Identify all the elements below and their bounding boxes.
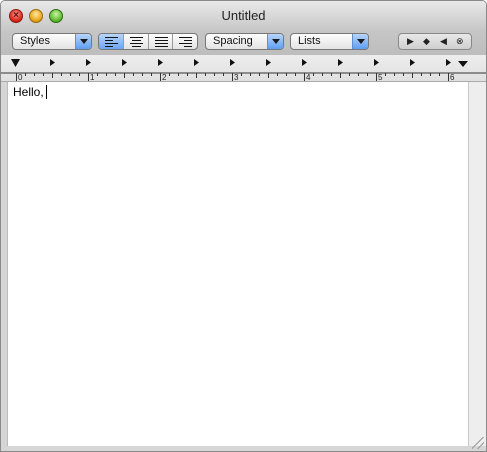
lists-popup[interactable]: Lists xyxy=(290,33,369,50)
ruler-number: 4 xyxy=(306,73,311,81)
tab-stop-marker[interactable] xyxy=(374,59,379,66)
document-text: Hello, xyxy=(13,85,47,99)
tab-stop-marker[interactable] xyxy=(302,59,307,66)
align-left-icon xyxy=(105,37,118,47)
tab-left-icon: ◀ xyxy=(440,36,447,46)
tab-decimal-icon: ◆ xyxy=(423,36,430,46)
tab-stop-marker[interactable] xyxy=(86,59,91,66)
text-view[interactable]: Hello, xyxy=(7,82,469,446)
alignment-control xyxy=(98,33,198,50)
ruler-number: 3 xyxy=(234,73,239,81)
align-center-icon xyxy=(129,37,143,47)
document-window: × Untitled Styles Spacing Lists ▶ ◆ ◀ ⊗ … xyxy=(0,0,487,452)
text-caret xyxy=(45,85,47,99)
tab-stop-marker[interactable] xyxy=(446,59,451,66)
justify-button[interactable] xyxy=(149,34,174,49)
ruler-number: 2 xyxy=(162,73,167,81)
styles-label: Styles xyxy=(20,35,50,47)
tab-stop-marker[interactable] xyxy=(410,59,415,66)
chevron-down-icon xyxy=(267,34,283,49)
align-left-button[interactable] xyxy=(99,34,124,49)
tab-stop-marker[interactable] xyxy=(122,59,127,66)
ruler-number: 5 xyxy=(378,73,383,81)
ruler-number: 0 xyxy=(18,73,23,81)
tab-stop-marker[interactable] xyxy=(158,59,163,66)
tab-stop-marker[interactable] xyxy=(194,59,199,66)
ruler[interactable]: 0 1 2 3 4 5 6 xyxy=(1,55,486,82)
tab-stop-marker[interactable] xyxy=(338,59,343,66)
title-bar[interactable]: × Untitled xyxy=(1,1,486,31)
align-center-button[interactable] xyxy=(124,34,149,49)
vertical-scrollbar[interactable] xyxy=(468,82,486,446)
window-title: Untitled xyxy=(221,8,266,23)
justify-icon xyxy=(154,37,168,47)
align-right-button[interactable] xyxy=(173,34,197,49)
ruler-ticks: 0 1 2 3 4 5 6 xyxy=(1,59,486,81)
tab-right-icon: ▶ xyxy=(407,36,414,46)
chevron-down-icon xyxy=(75,34,91,49)
lists-label: Lists xyxy=(298,35,321,47)
right-margin-marker[interactable] xyxy=(458,61,468,67)
styles-popup[interactable]: Styles xyxy=(12,33,92,50)
resize-grip-icon[interactable] xyxy=(472,437,484,449)
tab-clear-icon: ⊗ xyxy=(456,36,464,46)
tab-stop-marker[interactable] xyxy=(230,59,235,66)
tab-stop-marker[interactable] xyxy=(266,59,271,66)
tab-stop-control[interactable]: ▶ ◆ ◀ ⊗ xyxy=(398,33,472,50)
spacing-popup[interactable]: Spacing xyxy=(205,33,284,50)
spacing-label: Spacing xyxy=(213,35,253,47)
align-right-icon xyxy=(179,37,193,47)
ruler-number: 1 xyxy=(90,73,95,81)
ruler-number: 6 xyxy=(450,73,455,81)
tab-stop-marker[interactable] xyxy=(50,59,55,66)
chevron-down-icon xyxy=(352,34,368,49)
left-indent-marker[interactable] xyxy=(11,59,20,67)
